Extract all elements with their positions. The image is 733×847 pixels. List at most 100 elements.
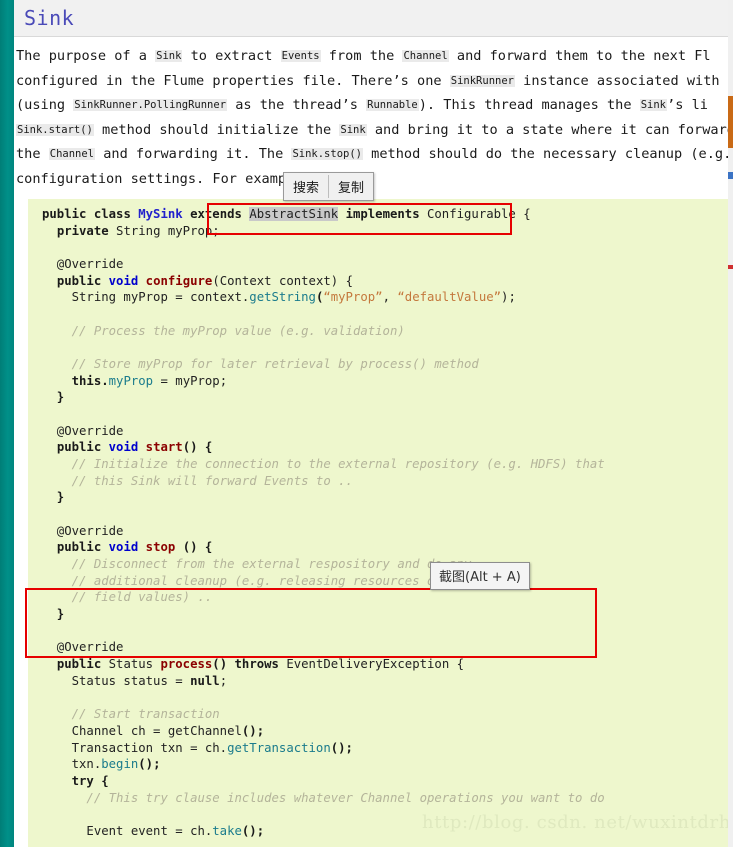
inline-code: Runnable	[366, 99, 419, 111]
code-token: String myProp = context.	[42, 290, 250, 305]
screenshot-tooltip: 截图(Alt + A)	[430, 562, 530, 590]
code-line: public void stop () {	[42, 539, 733, 556]
code-token: take	[212, 823, 242, 838]
code-token: process	[160, 657, 213, 672]
page-header: Sink	[14, 0, 733, 37]
code-line: txn.begin();	[42, 756, 733, 773]
vertical-scrollbar-thumb[interactable]	[728, 96, 733, 148]
code-line: // Disconnect from the external resposit…	[42, 556, 733, 573]
code-line: // Process the myProp value (e.g. valida…	[42, 323, 733, 340]
code-token: Channel ch = getChannel	[42, 723, 242, 738]
code-token: begin	[101, 757, 139, 772]
scrollbar-marker-blue	[728, 172, 733, 179]
code-token: Status status =	[42, 673, 191, 688]
code-token: “defaultValue”	[397, 290, 502, 305]
code-token: ();	[330, 740, 353, 755]
copy-button[interactable]: 复制	[329, 173, 373, 200]
inline-code: Sink	[155, 50, 183, 62]
code-token: Status	[108, 657, 161, 672]
code-token: // Initialize the connection to the exte…	[42, 457, 605, 472]
code-line: @Override	[42, 639, 733, 656]
paragraph-line: configured in the Flume properties file.…	[16, 72, 720, 89]
code-token: () {	[182, 540, 213, 555]
code-line: public Status process() throws EventDeli…	[42, 656, 733, 673]
code-token: ;	[219, 673, 228, 688]
code-token: stop	[145, 540, 183, 555]
code-token: “myProp”	[323, 290, 383, 305]
inline-code: Sink.stop()	[291, 148, 363, 160]
code-token: @Override	[42, 257, 124, 272]
code-token: extends	[190, 207, 250, 221]
code-token: (Context context) {	[212, 273, 353, 288]
search-button[interactable]: 搜索	[284, 173, 328, 200]
code-listing: public class MySink extends AbstractSink…	[28, 199, 733, 847]
code-token: }	[42, 490, 65, 505]
code-line: }	[42, 606, 733, 623]
code-token: public	[56, 273, 109, 288]
code-token: MySink	[138, 207, 191, 221]
code-token: // Start transaction	[42, 707, 220, 722]
page-title: Sink	[24, 6, 75, 30]
inline-code: Sink	[639, 99, 668, 111]
code-line: try {	[42, 773, 733, 790]
code-token: public	[56, 540, 109, 555]
code-token: ,	[382, 290, 398, 305]
code-token: private	[56, 223, 117, 238]
left-accent-rail	[0, 0, 14, 847]
code-token: // Disconnect from the external resposit…	[42, 557, 472, 572]
code-token: void	[108, 273, 146, 288]
code-token: // this Sink will forward Events to ..	[42, 473, 353, 488]
code-token: txn.	[42, 757, 102, 772]
code-token: configure	[145, 273, 213, 288]
code-token: Transaction txn = ch.	[42, 740, 228, 755]
paragraph-line: (using SinkRunner.PollingRunner as the t…	[16, 97, 708, 113]
code-line: Status status = null;	[42, 673, 733, 690]
inline-code: SinkRunner	[449, 74, 515, 87]
code-line: // this Sink will forward Events to ..	[42, 473, 733, 490]
code-line: // Store myProp for later retrieval by p…	[42, 356, 733, 373]
code-token: null	[190, 673, 220, 688]
code-token: @Override	[42, 523, 124, 538]
code-token: ();	[241, 823, 265, 838]
code-token: start	[145, 440, 183, 455]
code-token: void	[108, 440, 146, 455]
scrollbar-marker-red	[728, 265, 733, 269]
code-line: @Override	[42, 423, 733, 440]
code-line: public void start() {	[42, 439, 733, 456]
code-token: ();	[241, 723, 265, 738]
inline-code: Sink	[339, 123, 367, 136]
code-token: );	[501, 290, 516, 305]
code-token: // Store myProp for later retrieval by p…	[42, 357, 479, 372]
code-token: class	[93, 207, 139, 221]
paragraph-line: The purpose of a Sink to extract Events …	[16, 48, 711, 64]
code-token: Event event = ch.	[42, 823, 213, 838]
code-block[interactable]: public class MySink extends AbstractSink…	[28, 199, 733, 847]
code-token: () {	[182, 440, 213, 455]
code-line: @Override	[42, 523, 733, 540]
code-token: AbstractSink	[249, 207, 339, 221]
text-selection-popup[interactable]: 搜索 复制	[283, 172, 375, 201]
code-token: ()	[212, 657, 235, 672]
code-line: String myProp = context.getString(“myPro…	[42, 289, 733, 306]
code-line: // Start transaction	[42, 706, 733, 723]
code-line: this.myProp = myProp;	[42, 373, 733, 390]
code-line: // additional cleanup (e.g. releasing re…	[42, 573, 733, 590]
code-token: getTransaction	[227, 740, 331, 755]
code-token: = myProp;	[153, 373, 228, 388]
code-token: }	[42, 607, 65, 622]
code-token: getString	[249, 290, 316, 305]
code-line: // Initialize the connection to the exte…	[42, 456, 733, 473]
